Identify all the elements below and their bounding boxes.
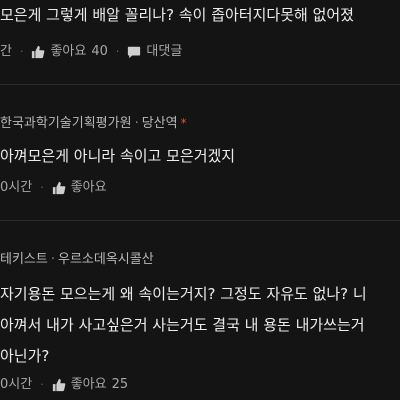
like-label: 좋아요 [70,377,107,392]
divider [0,84,400,85]
meta-separator: · [40,378,44,391]
thumbs-up-icon [52,378,66,392]
comment-time: 0시간 [0,180,33,195]
like-count: 40 [91,44,108,59]
author-name[interactable]: 테키스트 [0,252,48,267]
comment-meta: 0시간 · 좋아요 25 [0,375,128,395]
comment-meta: 0시간 · 좋아요 [0,178,107,198]
comment-author-line: 한국과학기술기획평가원 · 당산역 * [0,114,187,132]
meta-separator: · [19,45,24,58]
like-button[interactable]: 좋아요 25 [52,375,128,395]
comment-text-line-1: 자기용돈 모으는게 왜 속이는거지? 그정도 자유도 없나? 니 [0,285,367,303]
author-star-icon: * [180,116,187,130]
meta-separator: · [40,181,44,194]
comment-text-line-3: 아닌가? [0,347,50,365]
comment-text: 아껴모은게 아니라 속이고 모은거겠지 [0,147,236,165]
comment-text-line-2: 아껴서 내가 사고싶은거 사는거도 결국 내 용돈 내가쓰는거 [0,316,365,334]
author-location: 우르소데옥시콜산 [57,252,154,267]
comment-text: 모은게 그렇게 배알 꼴리나? 속이 좁아터지다못해 없어졌 [0,6,354,24]
thumbs-up-icon [32,45,45,59]
meta-separator: · [50,252,55,267]
speech-bubble-icon [128,46,141,59]
meta-separator: · [115,45,120,58]
thumbs-up-icon [52,181,66,195]
like-button[interactable]: 좋아요 40 [31,42,108,62]
comment-time: 0시간 [0,377,33,392]
comment-meta: 간 · 좋아요 40 · 대댓글 [0,42,182,62]
like-button[interactable]: 좋아요 [52,178,107,198]
meta-separator: · [134,116,139,131]
comment-author-line: 테키스트 · 우르소데옥시콜산 [0,251,154,269]
like-label: 좋아요 [50,44,87,59]
author-location: 당산역 [141,116,178,131]
divider [0,220,400,221]
author-name[interactable]: 한국과학기술기획평가원 [0,116,132,131]
reply-label: 대댓글 [146,44,183,59]
like-count: 25 [111,377,129,392]
reply-button[interactable]: 대댓글 [127,42,182,62]
comment-time: 간 [0,44,12,59]
like-label: 좋아요 [70,180,107,195]
